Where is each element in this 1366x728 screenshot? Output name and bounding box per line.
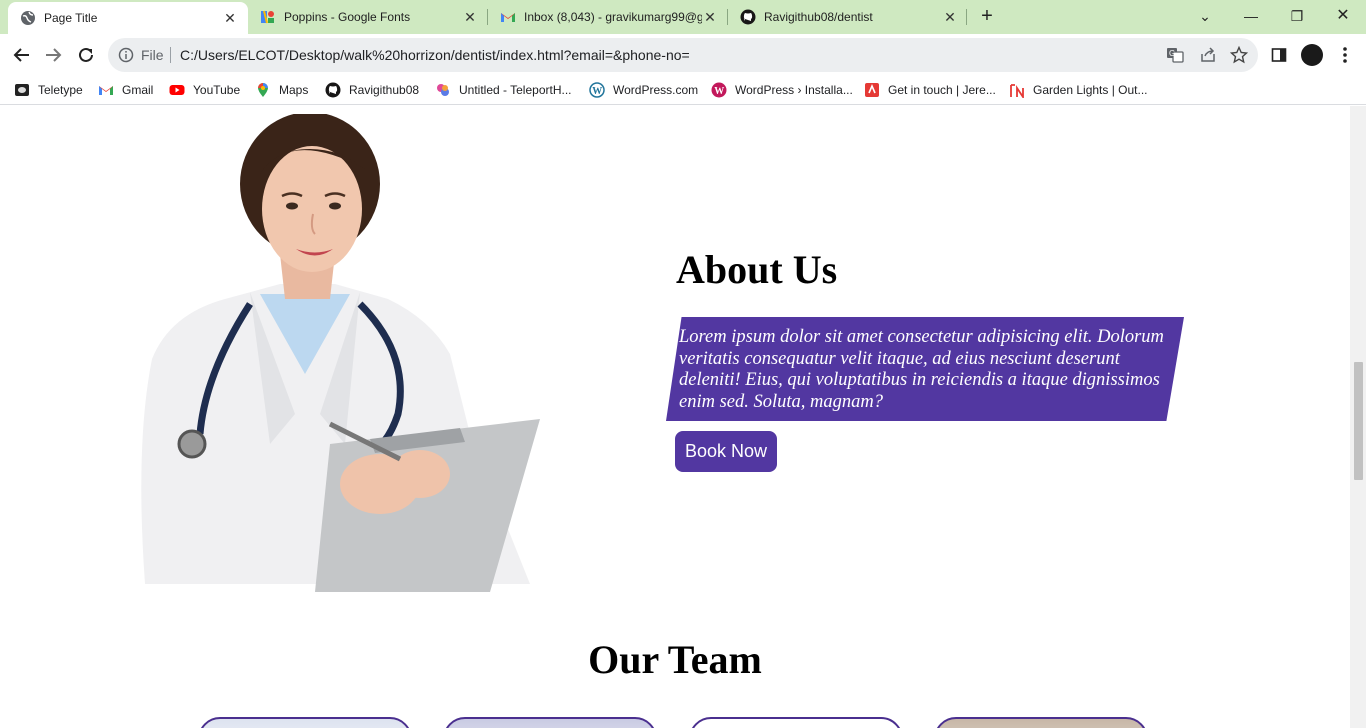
svg-text:W: W (592, 86, 602, 97)
reload-icon (79, 47, 93, 62)
tab-github[interactable]: Ravigithub08/dentist ✕ (728, 0, 968, 34)
forward-button[interactable] (41, 43, 65, 67)
side-panel-button[interactable] (1267, 43, 1291, 67)
wordpress-install-icon: W (711, 82, 727, 98)
bookmark-label: Ravigithub08 (349, 83, 420, 97)
team-card (198, 717, 412, 728)
about-title: About Us (676, 247, 838, 292)
tab-poppins[interactable]: Poppins - Google Fonts ✕ (248, 0, 488, 34)
wordpress-icon: W (589, 82, 605, 98)
jeremy-icon (864, 82, 880, 98)
bookmark-label: WordPress › Installa... (735, 83, 853, 97)
info-icon[interactable] (118, 47, 134, 68)
bookmark-garden-lights[interactable]: Garden Lights | Out... (1009, 81, 1148, 99)
youtube-icon (169, 82, 185, 98)
menu-button[interactable] (1333, 43, 1357, 67)
teleporthq-icon (435, 82, 451, 98)
tab-title: Poppins - Google Fonts (284, 10, 411, 24)
tab-title: Ravigithub08/dentist (764, 10, 873, 24)
bookmark-label: Gmail (122, 83, 154, 97)
tab-page-title[interactable]: Page Title ✕ (8, 2, 248, 34)
bookmark-teleporthq[interactable]: Untitled - TeleportH... (435, 81, 572, 99)
bookmark-label: Get in touch | Jere... (888, 83, 996, 97)
window-close-button[interactable]: ✕ (1332, 5, 1354, 27)
arrow-right-icon (46, 48, 62, 62)
tab-close-icon[interactable]: ✕ (462, 9, 478, 25)
tab-title: Page Title (44, 11, 98, 25)
team-title: Our Team (588, 637, 762, 682)
tab-search-dropdown-icon[interactable]: ⌄ (1194, 5, 1216, 27)
bookmark-label: Untitled - TeleportH... (459, 83, 572, 97)
github-icon (740, 9, 756, 25)
tab-gmail[interactable]: Inbox (8,043) - gravikumarg99@g ✕ (488, 0, 728, 34)
svg-text:W: W (714, 86, 724, 97)
url-text[interactable]: C:/Users/ELCOT/Desktop/walk%20horrizon/d… (180, 47, 690, 63)
bookmark-wordpress-com[interactable]: W WordPress.com (589, 81, 698, 99)
tab-close-icon[interactable]: ✕ (942, 9, 958, 25)
gmail-icon (500, 9, 516, 25)
about-text: Lorem ipsum dolor sit amet consectetur a… (679, 327, 1164, 412)
team-card (689, 717, 903, 728)
new-tab-button[interactable]: + (977, 6, 997, 27)
omnibox-divider (170, 47, 171, 63)
team-card (934, 717, 1148, 728)
bookmark-maps[interactable]: Maps (255, 81, 308, 99)
github-icon (325, 82, 341, 98)
bookmarks-bar: Teletype Gmail YouTube Maps Ravigithub08… (0, 76, 1366, 105)
svg-text:G: G (1169, 49, 1175, 58)
reload-button[interactable] (74, 43, 98, 67)
teletype-icon (14, 82, 30, 98)
scheme-label: File (141, 47, 164, 63)
team-card (443, 717, 657, 728)
tab-separator (966, 9, 967, 25)
page-content: About Us Lorem ipsum dolor sit amet cons… (0, 106, 1350, 728)
tab-strip: Page Title ✕ Poppins - Google Fonts ✕ In… (0, 0, 1366, 34)
side-panel-icon (1271, 48, 1287, 62)
minimize-button[interactable]: — (1240, 5, 1262, 27)
bookmark-label: WordPress.com (613, 83, 699, 97)
page-scrollbar[interactable] (1350, 106, 1366, 728)
bookmark-wordpress-install[interactable]: W WordPress › Installa... (711, 81, 853, 99)
scrollbar-thumb[interactable] (1354, 362, 1363, 480)
kebab-menu-icon (1343, 47, 1347, 63)
restore-button[interactable]: ❐ (1286, 5, 1308, 27)
translate-icon[interactable]: G (1166, 46, 1184, 64)
bookmark-label: YouTube (193, 83, 241, 97)
bookmark-gmail[interactable]: Gmail (98, 81, 153, 99)
book-now-button[interactable]: Book Now (675, 431, 777, 472)
bookmark-youtube[interactable]: YouTube (169, 81, 240, 99)
gmail-icon (98, 82, 114, 98)
bookmark-label: Teletype (38, 83, 83, 97)
avatar[interactable] (1301, 44, 1323, 66)
bookmark-teletype[interactable]: Teletype (14, 81, 83, 99)
globe-icon (20, 10, 36, 26)
google-fonts-icon (260, 9, 276, 25)
bookmark-label: Maps (279, 83, 309, 97)
maps-icon (255, 82, 271, 98)
bookmark-ravigithub08[interactable]: Ravigithub08 (325, 81, 419, 99)
tab-close-icon[interactable]: ✕ (702, 9, 718, 25)
toolbar: File C:/Users/ELCOT/Desktop/walk%20horri… (0, 34, 1366, 76)
tab-title: Inbox (8,043) - gravikumarg99@g (524, 10, 702, 24)
share-icon[interactable] (1199, 46, 1217, 64)
back-button[interactable] (10, 43, 34, 67)
arrow-left-icon (13, 48, 29, 62)
doctor-image (141, 114, 540, 592)
tab-close-icon[interactable]: ✕ (222, 10, 238, 26)
bookmark-star-icon[interactable] (1230, 46, 1248, 64)
garden-lights-icon (1009, 82, 1025, 98)
address-bar[interactable]: File C:/Users/ELCOT/Desktop/walk%20horri… (108, 38, 1258, 72)
bookmark-label: Garden Lights | Out... (1033, 83, 1148, 97)
bookmark-get-in-touch[interactable]: Get in touch | Jere... (864, 81, 996, 99)
